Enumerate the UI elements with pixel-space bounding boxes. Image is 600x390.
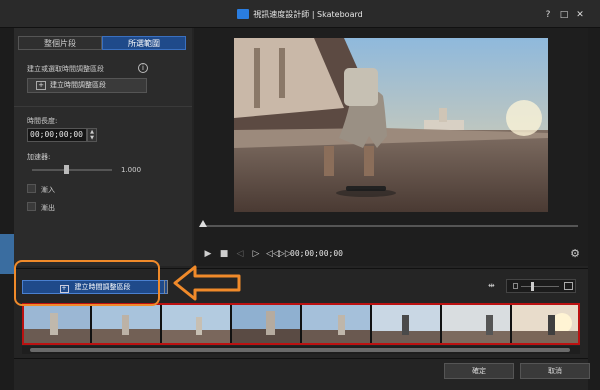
background-app-thumbnail <box>0 234 14 274</box>
duration-input[interactable]: 00;00;00;00 <box>27 128 87 142</box>
restore-button[interactable]: □ <box>558 9 570 21</box>
speed-slider-track[interactable] <box>32 169 112 171</box>
scrubber-handle[interactable] <box>199 220 207 227</box>
section-label: 建立或選取時間調整區段 <box>27 65 104 73</box>
duration-label: 時間長度: <box>27 117 58 125</box>
next-frame-icon[interactable]: ▷ <box>250 248 262 260</box>
trim-handle-icon[interactable] <box>164 280 168 294</box>
previous-frame-icon[interactable]: ◁ <box>234 248 246 260</box>
cancel-button[interactable]: 取消 <box>520 363 590 379</box>
background-app-right-strip <box>588 0 600 390</box>
timecode-display: 00;00;00;00 <box>290 249 343 258</box>
fast-forward-icon[interactable]: ▷▷ <box>278 248 292 260</box>
timeline-scrollbar[interactable] <box>22 346 580 354</box>
create-time-shift-label: 建立時間調整區段 <box>50 81 106 89</box>
window-title-text: 視訊速度設計師 | Skateboard <box>253 10 363 19</box>
zoom-slider-track[interactable] <box>521 286 559 287</box>
speed-value: 1.000 <box>121 166 142 174</box>
video-preview <box>234 38 548 212</box>
fade-out-label: 漸出 <box>41 204 55 212</box>
title-bar: 視訊速度設計師 | Skateboard ? □ ✕ <box>0 0 600 28</box>
zoom-slider-handle[interactable] <box>531 282 534 291</box>
ok-button[interactable]: 確定 <box>444 363 514 379</box>
background-app-left-strip <box>0 0 14 390</box>
skateboard-preview-image <box>234 38 548 212</box>
plus-icon: + <box>36 81 46 90</box>
info-icon[interactable]: i <box>138 63 148 73</box>
stop-icon[interactable]: ■ <box>218 248 230 260</box>
zoom-in-icon[interactable] <box>564 282 573 290</box>
speed-settings-panel: 整個片段 所選範圍 建立或選取時間調整區段 i + 建立時間調整區段 時間長度: … <box>14 28 192 266</box>
fit-timeline-icon[interactable]: ⇹ <box>488 281 495 290</box>
close-button[interactable]: ✕ <box>574 9 586 21</box>
fade-in-checkbox[interactable] <box>27 184 36 193</box>
annotation-arrow-icon <box>173 265 241 301</box>
speed-slider-handle[interactable] <box>64 165 69 174</box>
divider <box>14 106 192 107</box>
create-time-shift-button[interactable]: + 建立時間調整區段 <box>27 78 147 93</box>
duration-stepper[interactable]: ▲ ▼ <box>87 128 97 142</box>
timeline-zoom-control[interactable] <box>506 279 576 293</box>
tab-entire-clip[interactable]: 整個片段 <box>18 36 102 50</box>
rewind-icon[interactable]: ◁◁ <box>266 248 280 260</box>
fade-in-label: 漸入 <box>41 186 55 194</box>
app-logo-icon <box>237 9 250 19</box>
dialog-footer: 確定 取消 <box>14 358 590 390</box>
selected-range-overlay <box>22 303 580 345</box>
video-speed-designer-window: 視訊速度設計師 | Skateboard ? □ ✕ 整個片段 所選範圍 建立或… <box>0 0 600 390</box>
preview-panel: ▶ ■ ◁ ▷ ◁◁ ▷▷ 00;00;00;00 ⚙ <box>194 28 588 266</box>
timeline-scrollbar-thumb[interactable] <box>30 348 570 352</box>
zoom-out-icon[interactable] <box>513 283 518 289</box>
tab-selected-range[interactable]: 所選範圍 <box>102 36 186 50</box>
settings-icon[interactable]: ⚙ <box>570 248 580 260</box>
speed-label: 加速器: <box>27 153 51 161</box>
play-icon[interactable]: ▶ <box>202 248 214 260</box>
annotation-highlight-box <box>14 260 160 306</box>
window-title: 視訊速度設計師 | Skateboard <box>0 9 600 20</box>
help-button[interactable]: ? <box>542 9 554 21</box>
playback-scrubber[interactable] <box>204 225 578 227</box>
fade-out-checkbox[interactable] <box>27 202 36 211</box>
